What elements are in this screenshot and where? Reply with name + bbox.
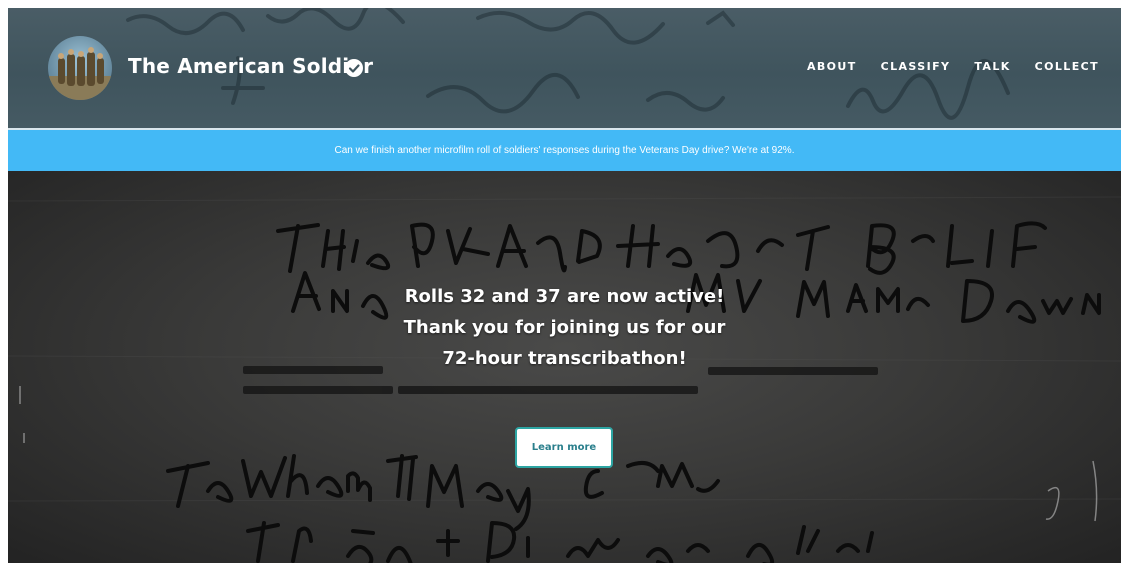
nav-classify[interactable]: CLASSIFY [881,60,951,73]
nav-collect[interactable]: COLLECT [1035,60,1099,73]
project-avatar[interactable] [48,36,112,100]
hero-line-2: Thank you for joining us for our [403,317,726,338]
announcement-banner: Can we finish another microfilm roll of … [8,128,1121,171]
learn-more-button[interactable]: Learn more [515,427,613,468]
project-nav: ABOUT CLASSIFY TALK COLLECT [807,60,1099,73]
soldiers-avatar-image [48,47,112,100]
project-title[interactable]: The American Soldier [128,54,373,78]
nav-about[interactable]: ABOUT [807,60,857,73]
hero-line-1: Rolls 32 and 37 are now active! [404,286,725,307]
hero-section: Rolls 32 and 37 are now active! Thank yo… [8,171,1121,563]
project-header: The American Soldier ABOUT CLASSIFY TALK… [8,8,1121,128]
page-frame: The American Soldier ABOUT CLASSIFY TALK… [8,8,1121,563]
banner-text: Can we finish another microfilm roll of … [334,145,795,156]
hero-line-3: 72-hour transcribathon! [442,348,687,369]
hero-announcement: Rolls 32 and 37 are now active! Thank yo… [8,281,1121,374]
check-circle-icon [345,59,363,77]
nav-talk[interactable]: TALK [974,60,1010,73]
